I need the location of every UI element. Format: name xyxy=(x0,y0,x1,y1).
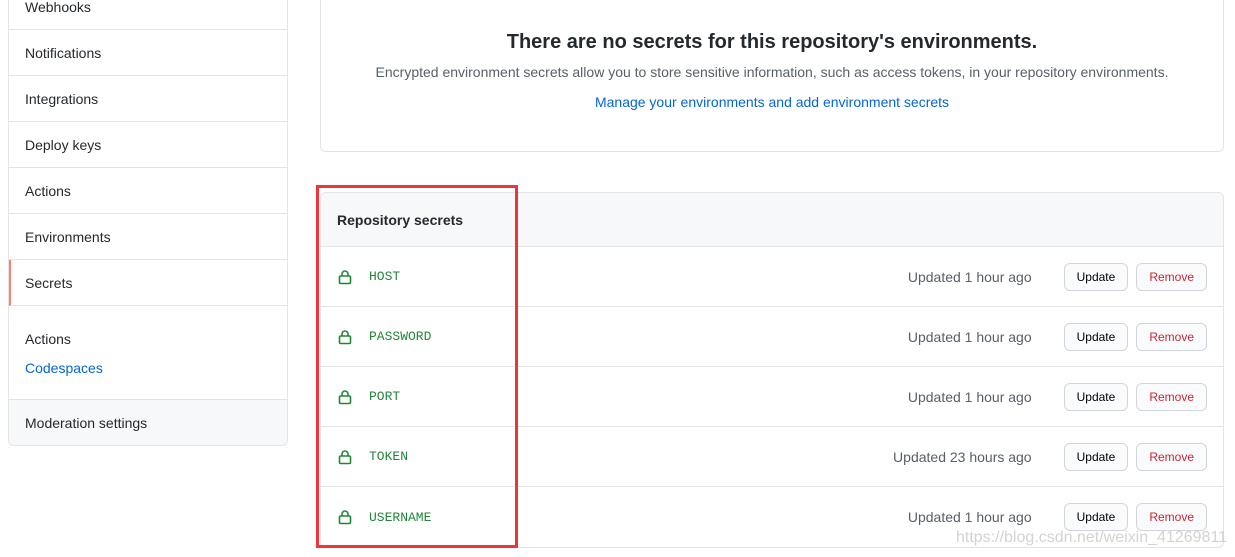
sidebar-item-integrations[interactable]: Integrations xyxy=(9,76,287,122)
secret-updated: Updated 1 hour ago xyxy=(907,268,1032,285)
watermark: https://blog.csdn.net/weixin_41269811 xyxy=(955,529,1227,546)
update-button[interactable]: Update xyxy=(1063,322,1129,351)
repository-secrets-header: Repository secrets xyxy=(321,193,1223,247)
secret-name: PORT xyxy=(369,389,401,404)
sidebar-item-deploy-keys[interactable]: Deploy keys xyxy=(9,122,287,168)
lock-icon xyxy=(338,510,352,525)
lock-icon xyxy=(338,449,352,464)
secret-row: TOKEN Updated 23 hours ago Update Remove xyxy=(321,427,1223,487)
secret-name: PASSWORD xyxy=(369,329,432,344)
lock-icon xyxy=(338,389,352,404)
secret-name: HOST xyxy=(369,269,401,284)
sidebar-group: Actions Codespaces xyxy=(9,306,287,400)
remove-button[interactable]: Remove xyxy=(1136,442,1207,471)
secret-row: HOST Updated 1 hour ago Update Remove xyxy=(321,247,1223,307)
sidebar-item-environments[interactable]: Environments xyxy=(9,214,287,260)
sidebar-link-codespaces[interactable]: Codespaces xyxy=(25,353,271,382)
sidebar-item-notifications[interactable]: Notifications xyxy=(9,30,287,76)
blankslate-title: There are no secrets for this repository… xyxy=(506,31,1038,53)
remove-button[interactable]: Remove xyxy=(1136,262,1207,291)
remove-button[interactable]: Remove xyxy=(1136,503,1207,531)
secret-name: USERNAME xyxy=(369,509,432,525)
sidebar-group-heading-actions: Actions xyxy=(25,330,71,347)
secret-updated: Updated 1 hour ago xyxy=(907,388,1032,405)
sidebar-item-actions[interactable]: Actions xyxy=(9,168,287,214)
secret-updated: Updated 1 hour ago xyxy=(907,328,1032,345)
environment-secrets-blankslate: There are no secrets for this repository… xyxy=(320,0,1224,152)
settings-sidebar: Webhooks Notifications Integrations Depl… xyxy=(8,0,288,446)
secret-updated: Updated 1 hour ago xyxy=(907,509,1032,525)
update-button[interactable]: Update xyxy=(1063,442,1129,471)
sidebar-item-secrets[interactable]: Secrets xyxy=(9,260,287,306)
update-button[interactable]: Update xyxy=(1063,503,1129,531)
lock-icon xyxy=(338,269,352,284)
repository-secrets-box: Repository secrets HOST Updated 1 hour a… xyxy=(320,192,1224,548)
manage-environments-link[interactable]: Manage your environments and add environ… xyxy=(321,94,1223,110)
sidebar-item-webhooks[interactable]: Webhooks xyxy=(9,0,287,30)
remove-button[interactable]: Remove xyxy=(1136,322,1207,351)
secret-updated: Updated 23 hours ago xyxy=(893,448,1032,465)
secret-row: PORT Updated 1 hour ago Update Remove xyxy=(321,367,1223,427)
remove-button[interactable]: Remove xyxy=(1136,382,1207,411)
secret-name: TOKEN xyxy=(369,449,409,464)
sidebar-item-moderation-settings[interactable]: Moderation settings xyxy=(9,400,287,445)
lock-icon xyxy=(338,329,352,344)
blankslate-description: Encrypted environment secrets allow you … xyxy=(375,64,1169,80)
update-button[interactable]: Update xyxy=(1063,262,1129,291)
secret-row: PASSWORD Updated 1 hour ago Update Remov… xyxy=(321,307,1223,367)
update-button[interactable]: Update xyxy=(1063,382,1129,411)
